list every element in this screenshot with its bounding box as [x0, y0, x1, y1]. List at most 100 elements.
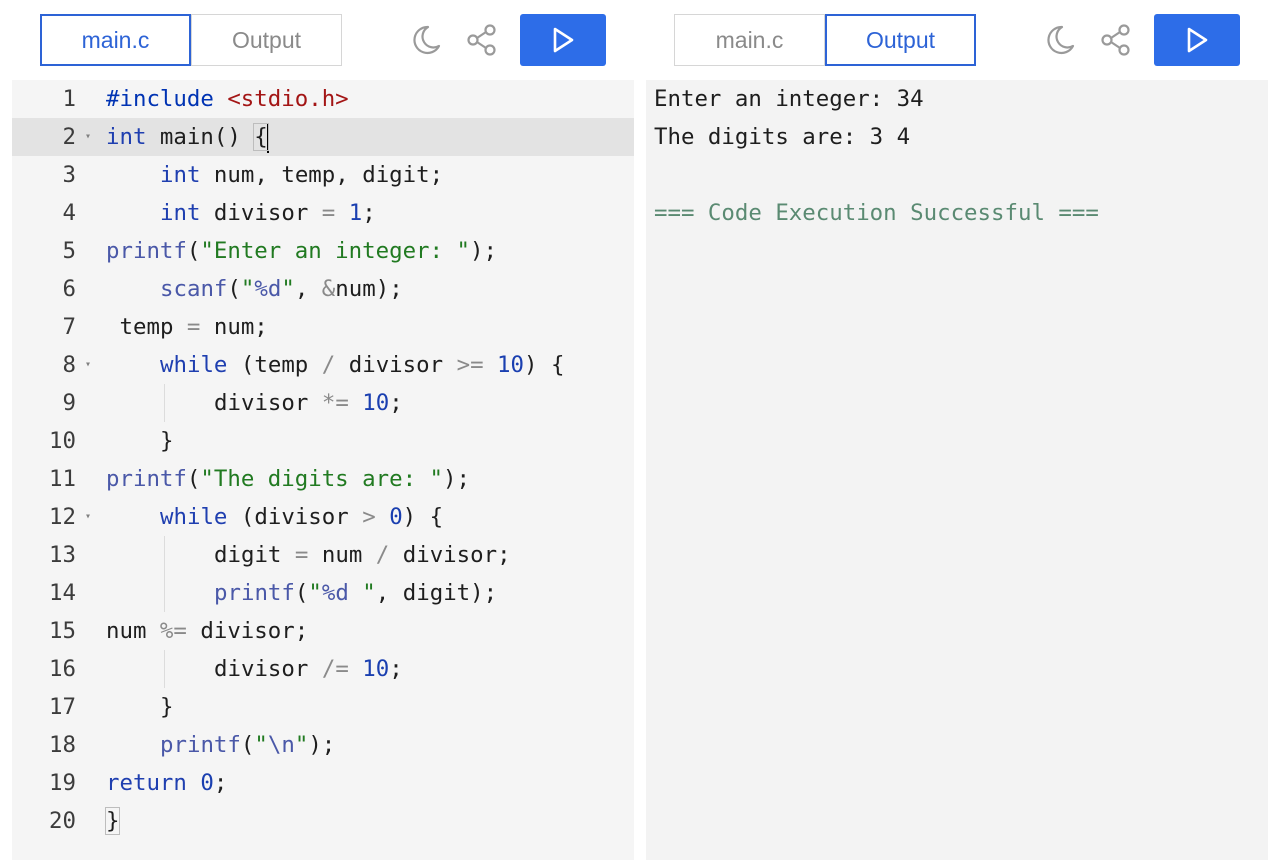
- line-number: 4: [62, 200, 76, 226]
- line-number: 20: [49, 808, 76, 834]
- code-line[interactable]: 1 #include <stdio.h>: [12, 80, 634, 118]
- code-text: while (divisor > 0) {: [160, 498, 443, 536]
- code-line[interactable]: 2 ▾ int main() {: [12, 118, 634, 156]
- code-token: 0: [389, 504, 403, 530]
- code-line[interactable]: 3 int num, temp, digit;: [12, 156, 634, 194]
- line-number: 8: [62, 352, 76, 378]
- code-line[interactable]: 12 ▾ while (divisor > 0) {: [12, 498, 634, 536]
- code-line[interactable]: 16 divisor /= 10;: [12, 650, 634, 688]
- code-text: divisor /= 10;: [214, 650, 403, 688]
- line-number: 15: [49, 618, 76, 644]
- code-token: (: [227, 276, 241, 302]
- code-line[interactable]: 8 ▾ while (temp / divisor >= 10) {: [12, 346, 634, 384]
- line-number: 1: [62, 86, 76, 112]
- code-token: }: [160, 428, 174, 454]
- code-token: temp: [119, 314, 187, 340]
- code-text: printf("\n");: [160, 726, 335, 764]
- code-line[interactable]: 17}: [12, 688, 634, 726]
- code-token: \n: [267, 732, 295, 758]
- code-token: num, temp, digit;: [200, 162, 444, 188]
- code-line[interactable]: 6 scanf("%d", &num);: [12, 270, 634, 308]
- code-token: %=: [159, 618, 187, 644]
- code-token: }: [104, 807, 121, 835]
- code-line[interactable]: 18 printf("\n");: [12, 726, 634, 764]
- fold-toggle-icon[interactable]: ▾: [82, 498, 94, 536]
- moon-icon[interactable]: [1042, 22, 1078, 58]
- code-text: #include <stdio.h>: [106, 80, 349, 118]
- code-line[interactable]: 10}: [12, 422, 634, 460]
- code-token: "The digits are: ": [200, 466, 444, 492]
- code-text: }: [104, 802, 121, 840]
- code-token: (: [294, 580, 309, 606]
- text-cursor: [266, 122, 269, 153]
- run-button[interactable]: [520, 14, 606, 66]
- code-line[interactable]: 20}: [12, 802, 634, 840]
- code-line[interactable]: 19 return 0;: [12, 764, 634, 802]
- code-token: {: [253, 123, 269, 151]
- code-token: , digit);: [375, 580, 498, 606]
- code-text: int divisor = 1;: [160, 194, 376, 232]
- tab-output[interactable]: Output: [191, 14, 342, 66]
- code-token: ": [294, 732, 309, 758]
- code-token: *=: [321, 390, 349, 416]
- code-line[interactable]: 4 int divisor = 1;: [12, 194, 634, 232]
- line-number: 3: [62, 162, 76, 188]
- tab-main-c[interactable]: main.c: [40, 14, 191, 66]
- code-token: num: [308, 542, 376, 568]
- code-token: printf: [106, 238, 187, 264]
- code-text: digit = num / divisor;: [214, 536, 511, 574]
- fold-toggle-icon[interactable]: ▾: [82, 118, 94, 156]
- code-text: int num, temp, digit;: [160, 156, 443, 194]
- code-editor[interactable]: 1 #include <stdio.h> 2 ▾ int main() {3 int nu…: [12, 80, 634, 860]
- line-number: 14: [49, 580, 76, 606]
- line-number: 19: [49, 770, 76, 796]
- code-token: scanf: [160, 276, 228, 302]
- code-line[interactable]: 11 printf("The digits are: ");: [12, 460, 634, 498]
- indent-guide: [164, 536, 165, 574]
- code-text: printf("Enter an integer: ");: [106, 232, 497, 270]
- code-line[interactable]: 15 num %= divisor;: [12, 612, 634, 650]
- code-token: %d: [254, 276, 282, 302]
- editor-toolbar: main.c Output: [0, 0, 640, 80]
- code-text: }: [160, 422, 173, 460]
- code-line[interactable]: 7 temp = num;: [12, 308, 634, 346]
- indent-guide: [164, 384, 165, 422]
- code-token: divisor;: [186, 618, 309, 644]
- code-text: }: [160, 688, 173, 726]
- code-token: ,: [294, 276, 322, 302]
- code-token: #include: [106, 86, 228, 112]
- code-token: num: [106, 618, 160, 644]
- share-icon[interactable]: [464, 22, 500, 58]
- line-number: 7: [62, 314, 76, 340]
- code-token: }: [160, 694, 174, 720]
- code-token: int: [106, 124, 147, 150]
- moon-icon[interactable]: [408, 22, 444, 58]
- code-token: ;: [389, 656, 403, 682]
- tab-output[interactable]: Output: [825, 14, 976, 66]
- tab-main-c[interactable]: main.c: [674, 14, 825, 66]
- share-icon[interactable]: [1098, 22, 1134, 58]
- code-line[interactable]: 9 divisor *= 10;: [12, 384, 634, 422]
- code-token: 10: [497, 352, 525, 378]
- play-icon: [1187, 27, 1208, 53]
- code-line[interactable]: 13 digit = num / divisor;: [12, 536, 634, 574]
- code-token: (temp: [227, 352, 322, 378]
- fold-toggle-icon[interactable]: ▾: [82, 346, 94, 384]
- code-token: while: [160, 352, 228, 378]
- code-token: /: [375, 542, 390, 568]
- code-token: (divisor: [227, 504, 363, 530]
- code-token: divisor: [214, 390, 322, 416]
- line-number: 6: [62, 276, 76, 302]
- code-token: 1: [348, 200, 363, 226]
- code-line[interactable]: 14 printf("%d ", digit);: [12, 574, 634, 612]
- code-text: temp = num;: [120, 308, 268, 346]
- code-line[interactable]: 5 printf("Enter an integer: ");: [12, 232, 634, 270]
- run-button[interactable]: [1154, 14, 1240, 66]
- code-token: ": [308, 580, 322, 606]
- code-text: scanf("%d", &num);: [160, 270, 403, 308]
- code-text: num %= divisor;: [106, 612, 308, 650]
- execution-status: === Code Execution Successful ===: [654, 200, 1099, 226]
